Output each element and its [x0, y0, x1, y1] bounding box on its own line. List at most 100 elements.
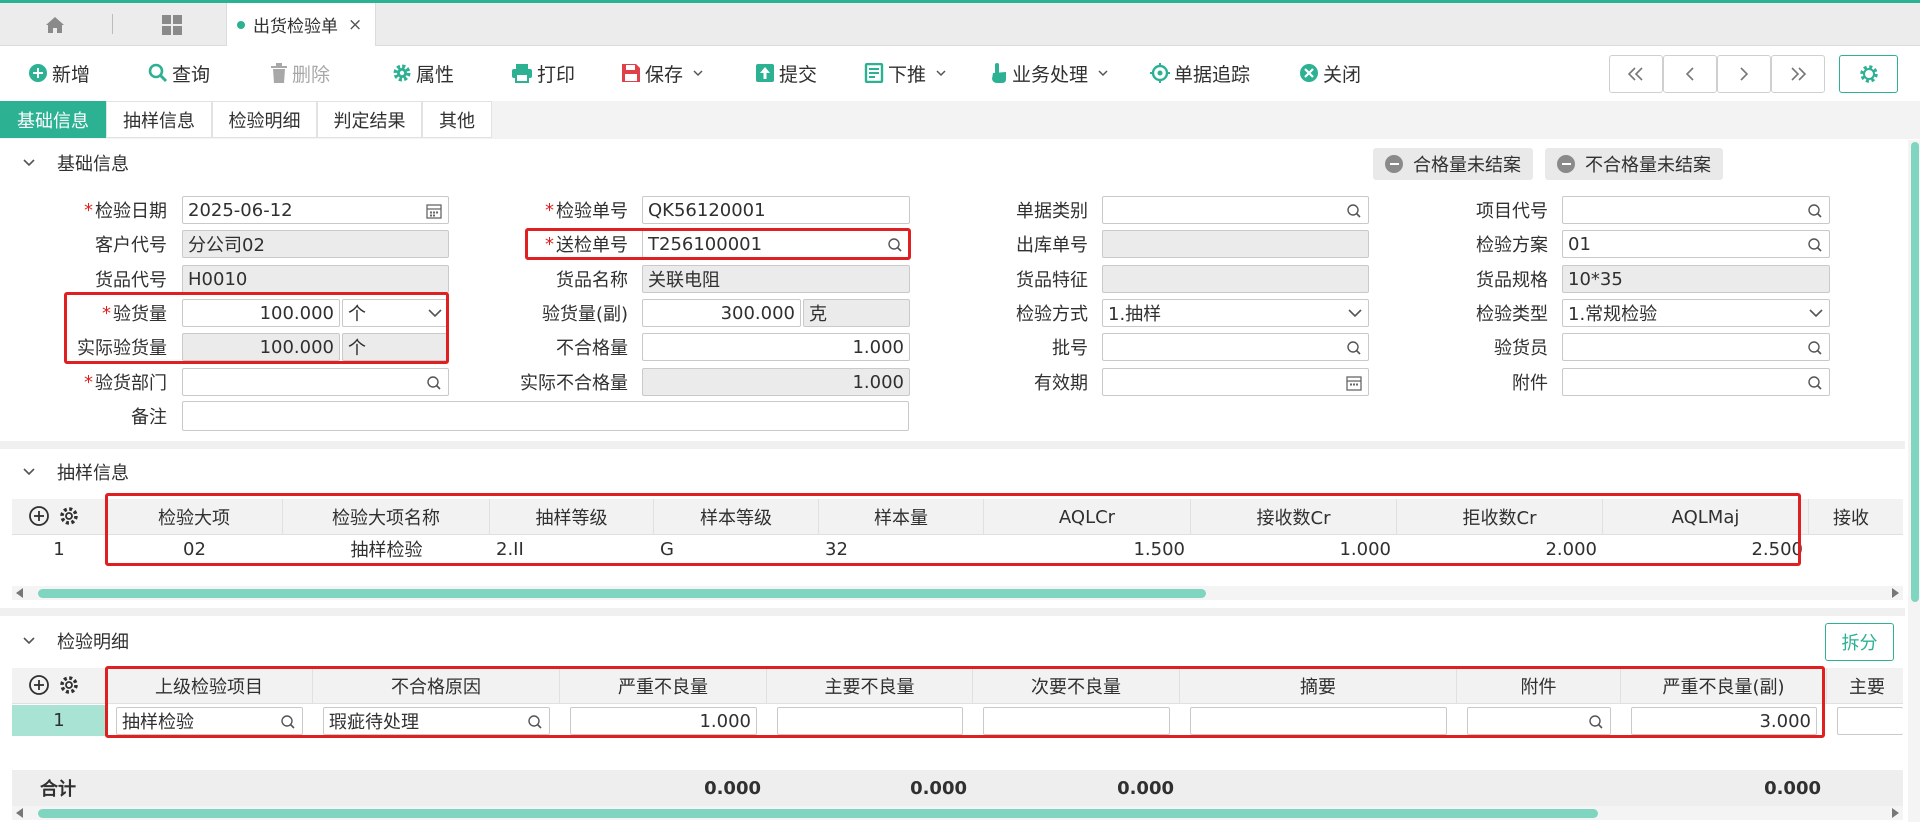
qty-aux-label: 验货量(副)	[541, 304, 628, 325]
scrollbar-thumb[interactable]	[38, 589, 1206, 598]
aux-unit-field[interactable]: 克	[803, 299, 910, 327]
goods-feature-field[interactable]	[1102, 265, 1369, 293]
chevron-down-icon[interactable]	[1098, 68, 1108, 78]
plan-field[interactable]: 01	[1562, 230, 1830, 258]
add-row-icon[interactable]	[28, 505, 50, 532]
scroll-left-icon[interactable]	[16, 808, 23, 818]
outbound-no-field[interactable]	[1102, 230, 1369, 258]
search-icon[interactable]	[426, 375, 442, 391]
active-dot-icon	[237, 20, 245, 29]
scrollbar-thumb[interactable]	[38, 809, 1598, 818]
search-icon[interactable]	[1807, 237, 1823, 253]
scrollbar-thumb[interactable]	[1911, 142, 1919, 602]
highlight-box	[105, 493, 1801, 566]
home-tab[interactable]	[20, 3, 90, 46]
search-icon[interactable]	[1346, 340, 1362, 356]
sampling-scrollbar[interactable]	[12, 586, 1903, 600]
remark-field[interactable]	[182, 401, 909, 431]
properties-button[interactable]: 属性	[392, 57, 454, 89]
chevron-down-icon	[1809, 309, 1823, 318]
gear-icon	[392, 63, 412, 83]
tab-outbound-inspection[interactable]: 出货检验单 ×	[226, 3, 376, 46]
valid-date-field[interactable]	[1102, 368, 1369, 396]
page-scrollbar[interactable]	[1908, 140, 1920, 822]
inspect-type-select[interactable]: 1.常规检验	[1562, 299, 1830, 327]
last-record-button[interactable]	[1771, 55, 1825, 93]
inspector-field[interactable]	[1562, 333, 1830, 361]
col-accept-maj[interactable]: 接收	[1809, 499, 1903, 535]
search-icon[interactable]	[1346, 203, 1362, 219]
business-process-button[interactable]: 业务处理	[990, 57, 1108, 89]
inspect-method-select[interactable]: 1.抽样	[1102, 299, 1369, 327]
valid-date-label: 有效期	[1034, 373, 1088, 394]
next-record-button[interactable]	[1717, 55, 1771, 93]
highlight-box	[525, 228, 911, 260]
push-down-button[interactable]: 下推	[864, 57, 946, 89]
chevron-down-icon[interactable]	[693, 68, 703, 78]
gear-icon[interactable]	[58, 674, 80, 701]
query-button[interactable]: 查询	[148, 57, 210, 89]
pass-qty-open-button[interactable]: 合格量未结案	[1373, 148, 1533, 180]
submit-button[interactable]: 提交	[755, 57, 817, 89]
dept-label: * 验货部门	[84, 371, 167, 395]
spec-field[interactable]: 10*35	[1562, 265, 1830, 293]
first-record-button[interactable]	[1609, 55, 1663, 93]
dept-field[interactable]	[182, 368, 449, 396]
apps-tab[interactable]	[133, 3, 211, 46]
close-button[interactable]: 关闭	[1299, 57, 1361, 89]
customer-code-field[interactable]: 分公司02	[182, 230, 449, 258]
chevron-left-icon	[1685, 67, 1694, 81]
search-icon[interactable]	[1807, 375, 1823, 391]
fail-qty-field[interactable]: 1.000	[642, 333, 910, 361]
goods-name-field[interactable]: 关联电阻	[642, 265, 910, 293]
scroll-right-icon[interactable]	[1892, 808, 1899, 818]
inspect-no-field[interactable]: QK56120001	[642, 196, 910, 224]
col-major-aux[interactable]: 主要	[1827, 668, 1903, 704]
goods-code-field[interactable]: H0010	[182, 265, 449, 293]
actual-fail-qty-field[interactable]: 1.000	[642, 368, 910, 396]
doc-type-field[interactable]	[1102, 196, 1369, 224]
spec-label: 货品规格	[1476, 270, 1548, 291]
delete-button[interactable]: 删除	[270, 57, 330, 89]
tab-basic-info[interactable]: 基础信息	[0, 101, 106, 138]
target-icon	[1150, 63, 1170, 83]
save-label: 保存	[645, 63, 684, 86]
tab-other[interactable]: 其他	[422, 101, 492, 138]
inspection-detail-header[interactable]: 检验明细	[0, 621, 1905, 661]
scroll-left-icon[interactable]	[16, 588, 23, 598]
settings-button[interactable]	[1839, 55, 1898, 93]
inspect-date-field[interactable]: 2025-06-12	[182, 196, 449, 224]
trace-label: 单据追踪	[1174, 63, 1251, 86]
total-critical-aux: 0.000	[1764, 777, 1821, 799]
cell-major-aux[interactable]	[1837, 707, 1903, 735]
calendar-icon[interactable]	[426, 203, 442, 219]
split-button[interactable]: 拆分	[1825, 623, 1894, 661]
chevron-down-icon[interactable]	[936, 68, 946, 78]
calendar-icon[interactable]	[1346, 375, 1362, 391]
search-icon[interactable]	[1807, 203, 1823, 219]
new-button[interactable]: 新增	[28, 57, 90, 89]
close-tab-icon[interactable]: ×	[348, 15, 362, 35]
project-code-field[interactable]	[1562, 196, 1830, 224]
fail-qty-open-button[interactable]: 不合格量未结案	[1545, 148, 1723, 180]
fail-qty-open-label: 不合格量未结案	[1585, 155, 1711, 176]
attachment-field[interactable]	[1562, 368, 1830, 396]
tab-sampling-info[interactable]: 抽样信息	[106, 101, 212, 138]
sampling-info-header[interactable]: 抽样信息	[0, 452, 1905, 492]
add-row-icon[interactable]	[28, 674, 50, 701]
tab-inspection-detail[interactable]: 检验明细	[212, 101, 317, 138]
search-icon[interactable]	[1807, 340, 1823, 356]
gear-icon[interactable]	[58, 505, 80, 532]
print-button[interactable]: 打印	[511, 57, 575, 89]
section-title: 检验明细	[57, 632, 129, 653]
save-button[interactable]: 保存	[621, 57, 703, 89]
qty-aux-field[interactable]: 300.000	[642, 299, 801, 327]
batch-no-field[interactable]	[1102, 333, 1369, 361]
scroll-right-icon[interactable]	[1892, 588, 1899, 598]
previous-record-button[interactable]	[1663, 55, 1717, 93]
upload-icon	[755, 63, 775, 83]
inspect-date-label: * 检验日期	[84, 199, 167, 223]
trace-button[interactable]: 单据追踪	[1150, 57, 1250, 89]
tab-judgment-result[interactable]: 判定结果	[317, 101, 422, 138]
detail-scrollbar[interactable]	[12, 806, 1903, 820]
